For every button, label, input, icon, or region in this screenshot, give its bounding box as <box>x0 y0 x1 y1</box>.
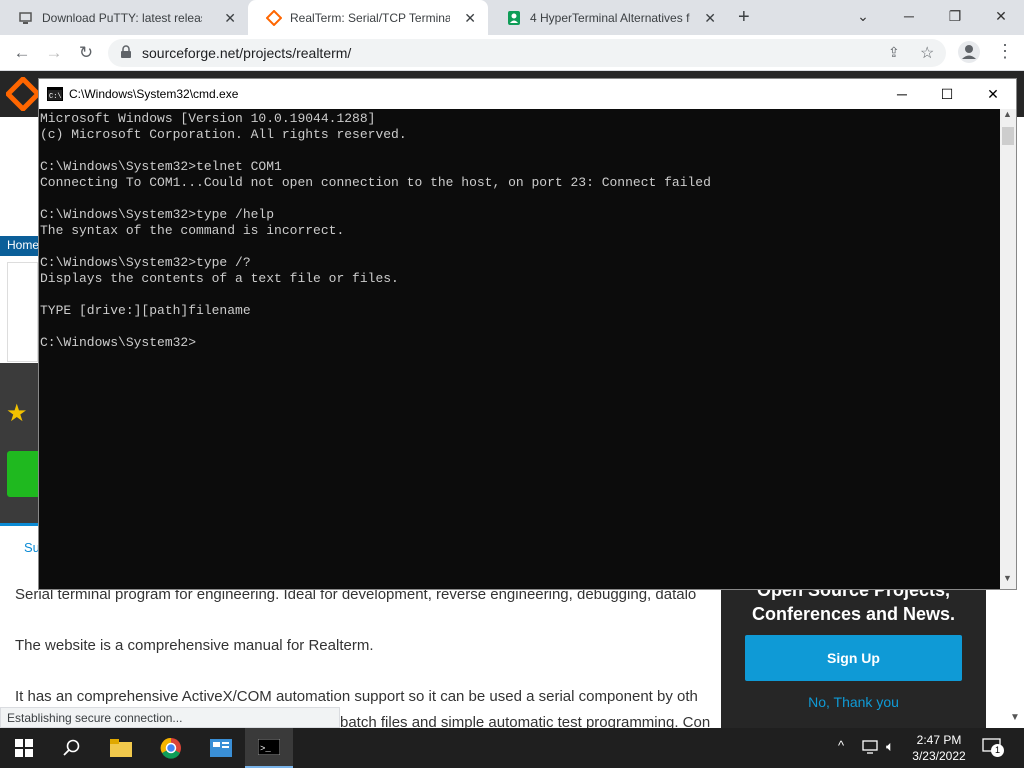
url-text: sourceforge.net/projects/realterm/ <box>142 45 352 61</box>
scroll-up-icon[interactable]: ▲ <box>1003 109 1012 119</box>
chrome-icon[interactable] <box>147 728 195 768</box>
decline-link[interactable]: No, Thank you <box>721 694 986 710</box>
svg-text:>_: >_ <box>260 744 271 754</box>
new-tab-icon[interactable]: + <box>738 6 750 29</box>
taskbar: >_ ^ 🔈︎ 2:47 PM 3/23/2022 1 <box>0 728 1024 768</box>
minimize-icon[interactable]: ─ <box>886 0 932 32</box>
file-explorer-icon[interactable] <box>97 728 145 768</box>
popup-heading: Conferences and News. <box>751 604 956 624</box>
close-tab-icon[interactable]: ✕ <box>704 10 716 27</box>
rating-star-icon: ★ <box>6 400 28 427</box>
tab-title: RealTerm: Serial/TCP Terminal do <box>290 10 450 25</box>
description-line: The website is a comprehensive manual fo… <box>15 637 374 654</box>
reload-icon[interactable]: ↻ <box>74 41 98 65</box>
menu-dots-icon[interactable]: ⋮ <box>996 41 1014 62</box>
clock-date: 3/23/2022 <box>912 749 966 763</box>
back-arrow-icon[interactable]: ← <box>10 41 34 65</box>
control-panel-icon[interactable] <box>197 728 245 768</box>
tab-title: Download PuTTY: latest release ( <box>42 10 202 25</box>
maximize-icon[interactable]: ☐ <box>932 83 962 105</box>
project-icon-box <box>7 262 38 362</box>
console-scrollbar[interactable]: ▲ ▼ <box>1000 109 1016 589</box>
scroll-down-icon[interactable]: ▼ <box>1003 573 1012 583</box>
tab-realterm[interactable]: RealTerm: Serial/TCP Terminal do ✕ <box>248 0 488 35</box>
cmd-title-bar[interactable]: C:\ C:\Windows\System32\cmd.exe ─ ☐ ✕ <box>39 79 1016 109</box>
share-icon[interactable]: ⇪ <box>888 44 900 61</box>
minimize-icon[interactable]: ─ <box>887 83 917 105</box>
clock[interactable]: 2:47 PM 3/23/2022 <box>900 732 978 764</box>
sourceforge-logo-icon[interactable] <box>6 77 40 111</box>
browser-tab-strip: Download PuTTY: latest release ( ✕ RealT… <box>0 0 1024 35</box>
download-button[interactable] <box>7 451 38 497</box>
browser-toolbar: ← → ↻ sourceforge.net/projects/realterm/… <box>0 35 1024 71</box>
person-favicon-icon <box>506 10 522 26</box>
putty-favicon-icon <box>18 10 34 26</box>
profile-avatar-icon[interactable] <box>958 41 980 68</box>
tab-hyperterminal[interactable]: 4 HyperTerminal Alternatives for ✕ <box>488 0 728 35</box>
status-bubble: Establishing secure connection... <box>0 707 340 728</box>
address-bar[interactable]: sourceforge.net/projects/realterm/ ⇪ ☆ <box>108 39 946 67</box>
windows-logo-icon <box>15 739 33 757</box>
console-text: Microsoft Windows [Version 10.0.19044.12… <box>40 111 711 350</box>
start-button[interactable] <box>0 728 48 768</box>
tray-chevron-icon[interactable]: ^ <box>838 738 844 753</box>
tab-putty[interactable]: Download PuTTY: latest release ( ✕ <box>0 0 248 35</box>
cmd-window[interactable]: C:\ C:\Windows\System32\cmd.exe ─ ☐ ✕ Mi… <box>38 78 1017 590</box>
project-header-band: ★ <box>0 363 38 523</box>
cmd-app-icon: C:\ <box>47 87 63 106</box>
notification-icon[interactable]: 1 <box>982 738 1004 761</box>
signup-button[interactable]: Sign Up <box>745 635 962 681</box>
close-icon[interactable]: ✕ <box>978 83 1008 105</box>
close-tab-icon[interactable]: ✕ <box>464 10 476 27</box>
page-scroll-down-icon[interactable]: ▼ <box>1010 712 1020 723</box>
description-line: It has an comprehensive ActiveX/COM auto… <box>15 688 698 705</box>
search-icon[interactable] <box>48 728 96 768</box>
clock-time: 2:47 PM <box>916 733 962 747</box>
breadcrumb-home-link[interactable]: Home <box>7 238 39 252</box>
scroll-thumb[interactable] <box>1002 127 1014 145</box>
lock-icon <box>120 45 132 64</box>
cmd-title: C:\Windows\System32\cmd.exe <box>69 87 239 101</box>
sourceforge-favicon-icon <box>266 9 282 26</box>
newsletter-popup: Open Source Projects, Conferences and Ne… <box>721 578 986 728</box>
breadcrumb: Home <box>0 236 39 256</box>
close-tab-icon[interactable]: ✕ <box>224 10 236 27</box>
restore-icon[interactable]: ❐ <box>932 0 978 32</box>
tab-search-icon[interactable]: ⌄ <box>840 0 886 32</box>
cmd-taskbar-icon[interactable]: >_ <box>245 728 293 768</box>
svg-text:C:\: C:\ <box>49 93 62 101</box>
network-icon[interactable] <box>862 739 880 760</box>
close-window-icon[interactable]: ✕ <box>978 0 1024 32</box>
forward-arrow-icon[interactable]: → <box>42 41 66 65</box>
tab-title: 4 HyperTerminal Alternatives for <box>530 10 690 25</box>
console-output[interactable]: Microsoft Windows [Version 10.0.19044.12… <box>39 109 1000 589</box>
tab-underline <box>0 523 38 526</box>
notification-count: 1 <box>991 744 1004 757</box>
bookmark-star-icon[interactable]: ☆ <box>920 43 934 63</box>
volume-icon[interactable]: 🔈︎ <box>886 738 894 755</box>
